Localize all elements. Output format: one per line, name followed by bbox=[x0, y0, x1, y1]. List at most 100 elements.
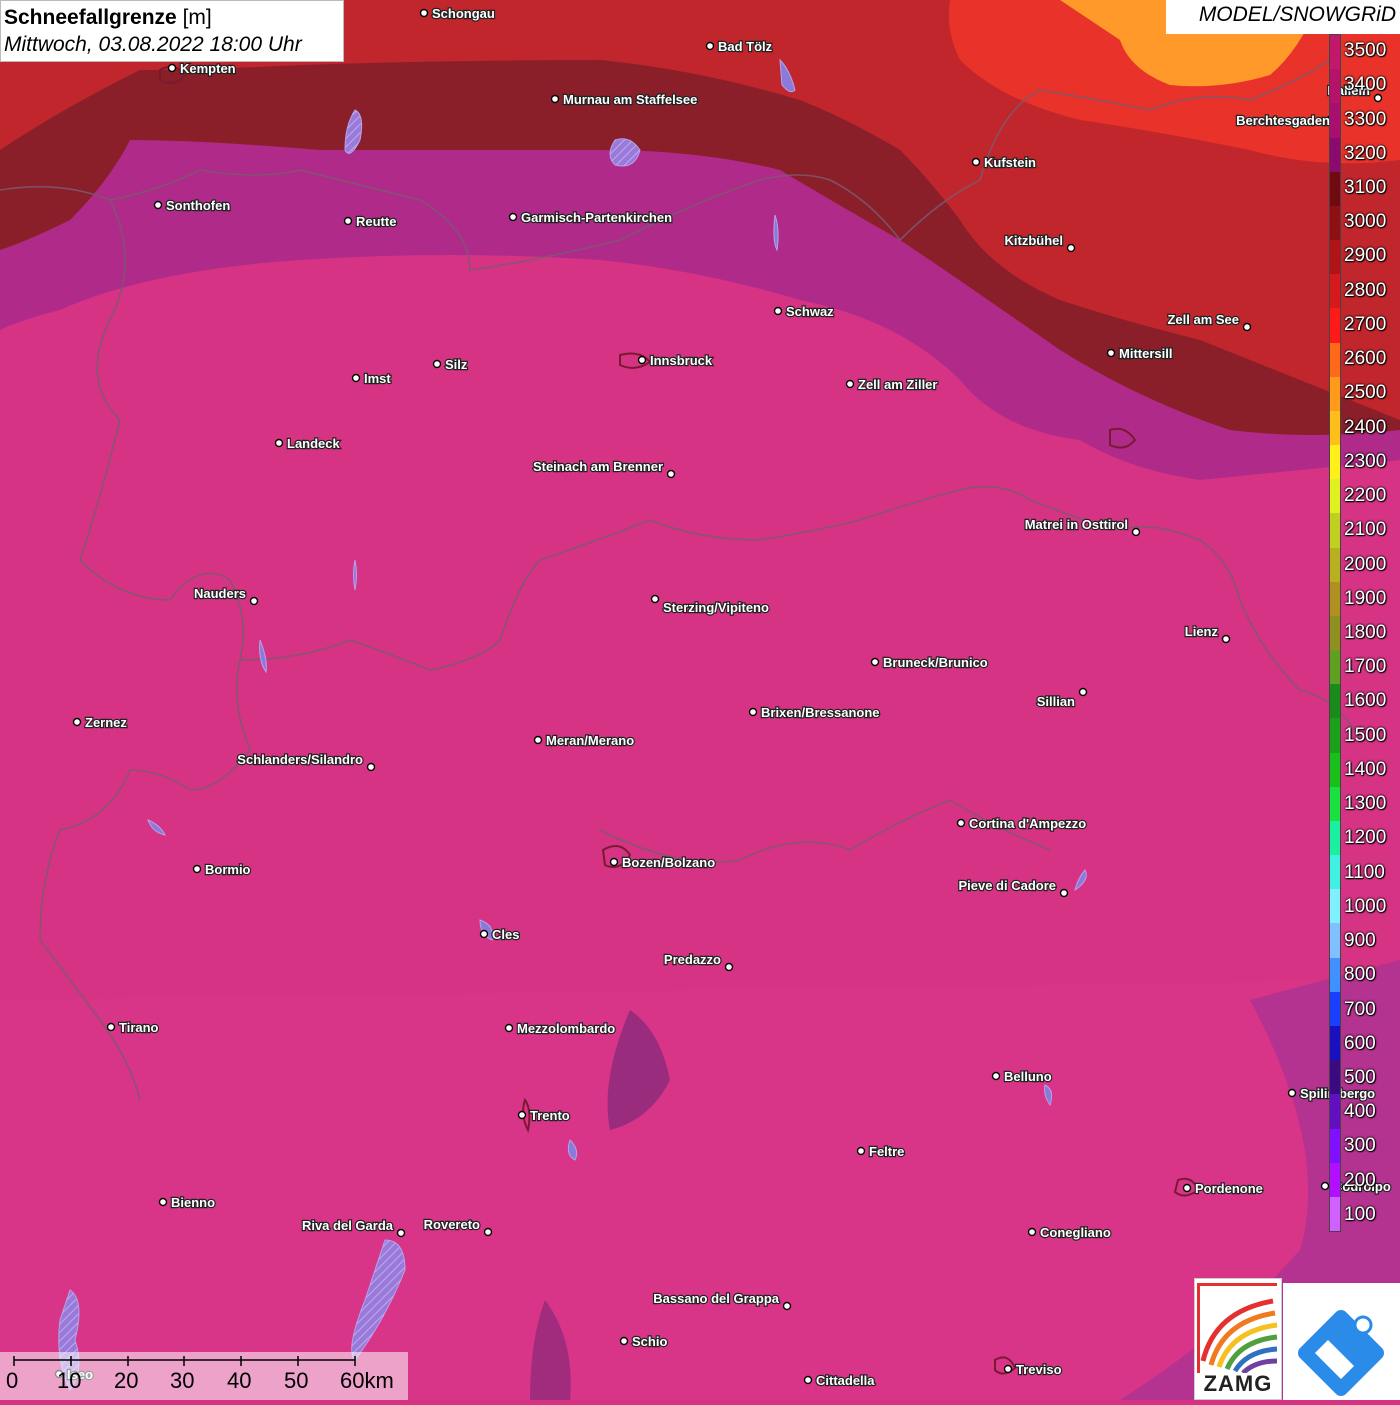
city-label: Bormio bbox=[205, 862, 251, 877]
legend-swatch bbox=[1330, 1196, 1340, 1232]
city-marker-dot bbox=[773, 306, 783, 316]
city-brixen: Brixen/Bressanone bbox=[748, 704, 881, 721]
city-label: Berchtesgaden bbox=[1236, 113, 1330, 128]
legend-swatch bbox=[1330, 205, 1340, 241]
legend-swatch bbox=[1330, 820, 1340, 856]
legend-label: 3400 bbox=[1344, 74, 1387, 96]
city-marker-dot bbox=[856, 1146, 866, 1156]
scale-tick-label: 50 bbox=[284, 1368, 309, 1393]
city-label: Feltre bbox=[869, 1144, 904, 1159]
legend-label: 2000 bbox=[1344, 553, 1387, 575]
city-marker-dot bbox=[508, 212, 518, 222]
city-label: Riva del Garda bbox=[302, 1218, 394, 1233]
legend-swatch bbox=[1330, 752, 1340, 787]
city-marker-dot bbox=[1106, 348, 1116, 358]
city-label: Kempten bbox=[180, 61, 236, 76]
legend-label: 400 bbox=[1344, 1101, 1376, 1123]
zamg-logo-text: ZAMG bbox=[1203, 1371, 1273, 1396]
legend-swatch bbox=[1330, 513, 1340, 548]
legend-label: 1100 bbox=[1344, 861, 1385, 883]
legend-label: 2900 bbox=[1344, 245, 1387, 267]
scale-tick-label: 60km bbox=[340, 1368, 394, 1393]
legend-label: 1400 bbox=[1344, 758, 1387, 780]
city-label: Kitzbühel bbox=[1005, 233, 1064, 248]
city-cittadella: Cittadella bbox=[803, 1372, 876, 1389]
city-label: Schio bbox=[632, 1334, 667, 1349]
city-label: Sterzing/Vipiteno bbox=[663, 600, 769, 615]
legend-swatch bbox=[1330, 479, 1340, 514]
city-label: Bruneck/Brunico bbox=[883, 655, 988, 670]
city-marker-dot bbox=[106, 1022, 116, 1032]
city-label: Zell am See bbox=[1167, 312, 1239, 327]
legend-label: 600 bbox=[1344, 1032, 1376, 1054]
legend-label: 3000 bbox=[1344, 211, 1387, 233]
city-bozen: Bozen/Bolzano bbox=[609, 854, 716, 871]
legend-swatch bbox=[1330, 650, 1340, 685]
legend-swatch bbox=[1330, 308, 1340, 343]
legend-label: 2800 bbox=[1344, 279, 1387, 301]
legend-swatch bbox=[1330, 376, 1340, 411]
legend-swatch bbox=[1330, 991, 1340, 1026]
city-label: Bassano del Grappa bbox=[653, 1291, 779, 1306]
legend-swatch bbox=[1330, 923, 1340, 958]
legend-label: 2300 bbox=[1344, 450, 1387, 472]
city-label: Mezzolombardo bbox=[517, 1021, 615, 1036]
city-marker-dot bbox=[956, 818, 966, 828]
city-mezzolombardo: Mezzolombardo bbox=[504, 1020, 616, 1037]
city-label: Bozen/Bolzano bbox=[622, 855, 715, 870]
legend-swatch bbox=[1330, 69, 1340, 104]
legend-label: 3300 bbox=[1344, 108, 1387, 130]
city-marker-dot bbox=[724, 962, 734, 972]
city-marker-dot bbox=[153, 200, 163, 210]
city-label: Treviso bbox=[1016, 1362, 1062, 1377]
city-label: Zernez bbox=[85, 715, 127, 730]
city-label: Schlanders/Silandro bbox=[237, 752, 363, 767]
city-marker-dot bbox=[192, 864, 202, 874]
legend-label: 2100 bbox=[1344, 519, 1387, 541]
legend-swatch bbox=[1330, 240, 1340, 275]
geosphere-logo bbox=[1283, 1283, 1400, 1400]
city-marker-dot bbox=[1242, 322, 1252, 332]
city-label: Reutte bbox=[356, 214, 396, 229]
city-marker-dot bbox=[748, 707, 758, 717]
city-marker-dot bbox=[343, 216, 353, 226]
city-label: Belluno bbox=[1004, 1069, 1052, 1084]
legend-label: 3500 bbox=[1344, 40, 1387, 62]
legend-label: 300 bbox=[1344, 1135, 1376, 1157]
legend-label: 900 bbox=[1344, 930, 1376, 952]
city-label: Pieve di Cadore bbox=[958, 878, 1056, 893]
geosphere-logo-icon bbox=[1298, 1310, 1384, 1396]
zamg-logo: ZAMG bbox=[1194, 1278, 1282, 1400]
city-marker-dot bbox=[1221, 634, 1231, 644]
city-marker-dot bbox=[782, 1301, 792, 1311]
city-berchtesgaden: Berchtesgaden bbox=[1235, 112, 1335, 129]
city-marker-dot bbox=[483, 1227, 493, 1237]
city-marker-dot bbox=[167, 63, 177, 73]
city-marker-dot bbox=[1287, 1088, 1297, 1098]
city-murnau: Murnau am Staffelsee bbox=[550, 91, 699, 108]
city-label: Bienno bbox=[171, 1195, 215, 1210]
city-marker-dot bbox=[619, 1336, 629, 1346]
legend-swatch bbox=[1330, 1060, 1340, 1095]
legend-label: 1000 bbox=[1344, 895, 1387, 917]
legend-swatch bbox=[1330, 957, 1340, 992]
color-legend-labels: 3500 3400 3300 3200 3100 3000 2900 2800 2700 2600… bbox=[1344, 34, 1400, 1232]
legend-label: 1300 bbox=[1344, 793, 1387, 815]
color-legend bbox=[1329, 34, 1341, 1232]
scale-tick-label: 10 bbox=[57, 1368, 82, 1393]
city-marker-dot bbox=[72, 717, 82, 727]
city-label: Bad Tölz bbox=[718, 39, 773, 54]
legend-swatch bbox=[1330, 547, 1340, 582]
legend-label: 1700 bbox=[1344, 656, 1387, 678]
city-marker-dot bbox=[1131, 527, 1141, 537]
city-label: Garmisch-Partenkirchen bbox=[521, 210, 672, 225]
map-title-box: Schneefallgrenze [m] Mittwoch, 03.08.202… bbox=[0, 0, 344, 62]
city-label: Steinach am Brenner bbox=[533, 459, 663, 474]
city-marker-dot bbox=[1027, 1227, 1037, 1237]
legend-swatch bbox=[1330, 171, 1340, 206]
city-marker-dot bbox=[609, 857, 619, 867]
map-title-unit: [m] bbox=[176, 6, 212, 29]
city-marker-dot bbox=[351, 373, 361, 383]
legend-swatch bbox=[1330, 615, 1340, 651]
city-label: Cortina d'Ampezzo bbox=[969, 816, 1086, 831]
